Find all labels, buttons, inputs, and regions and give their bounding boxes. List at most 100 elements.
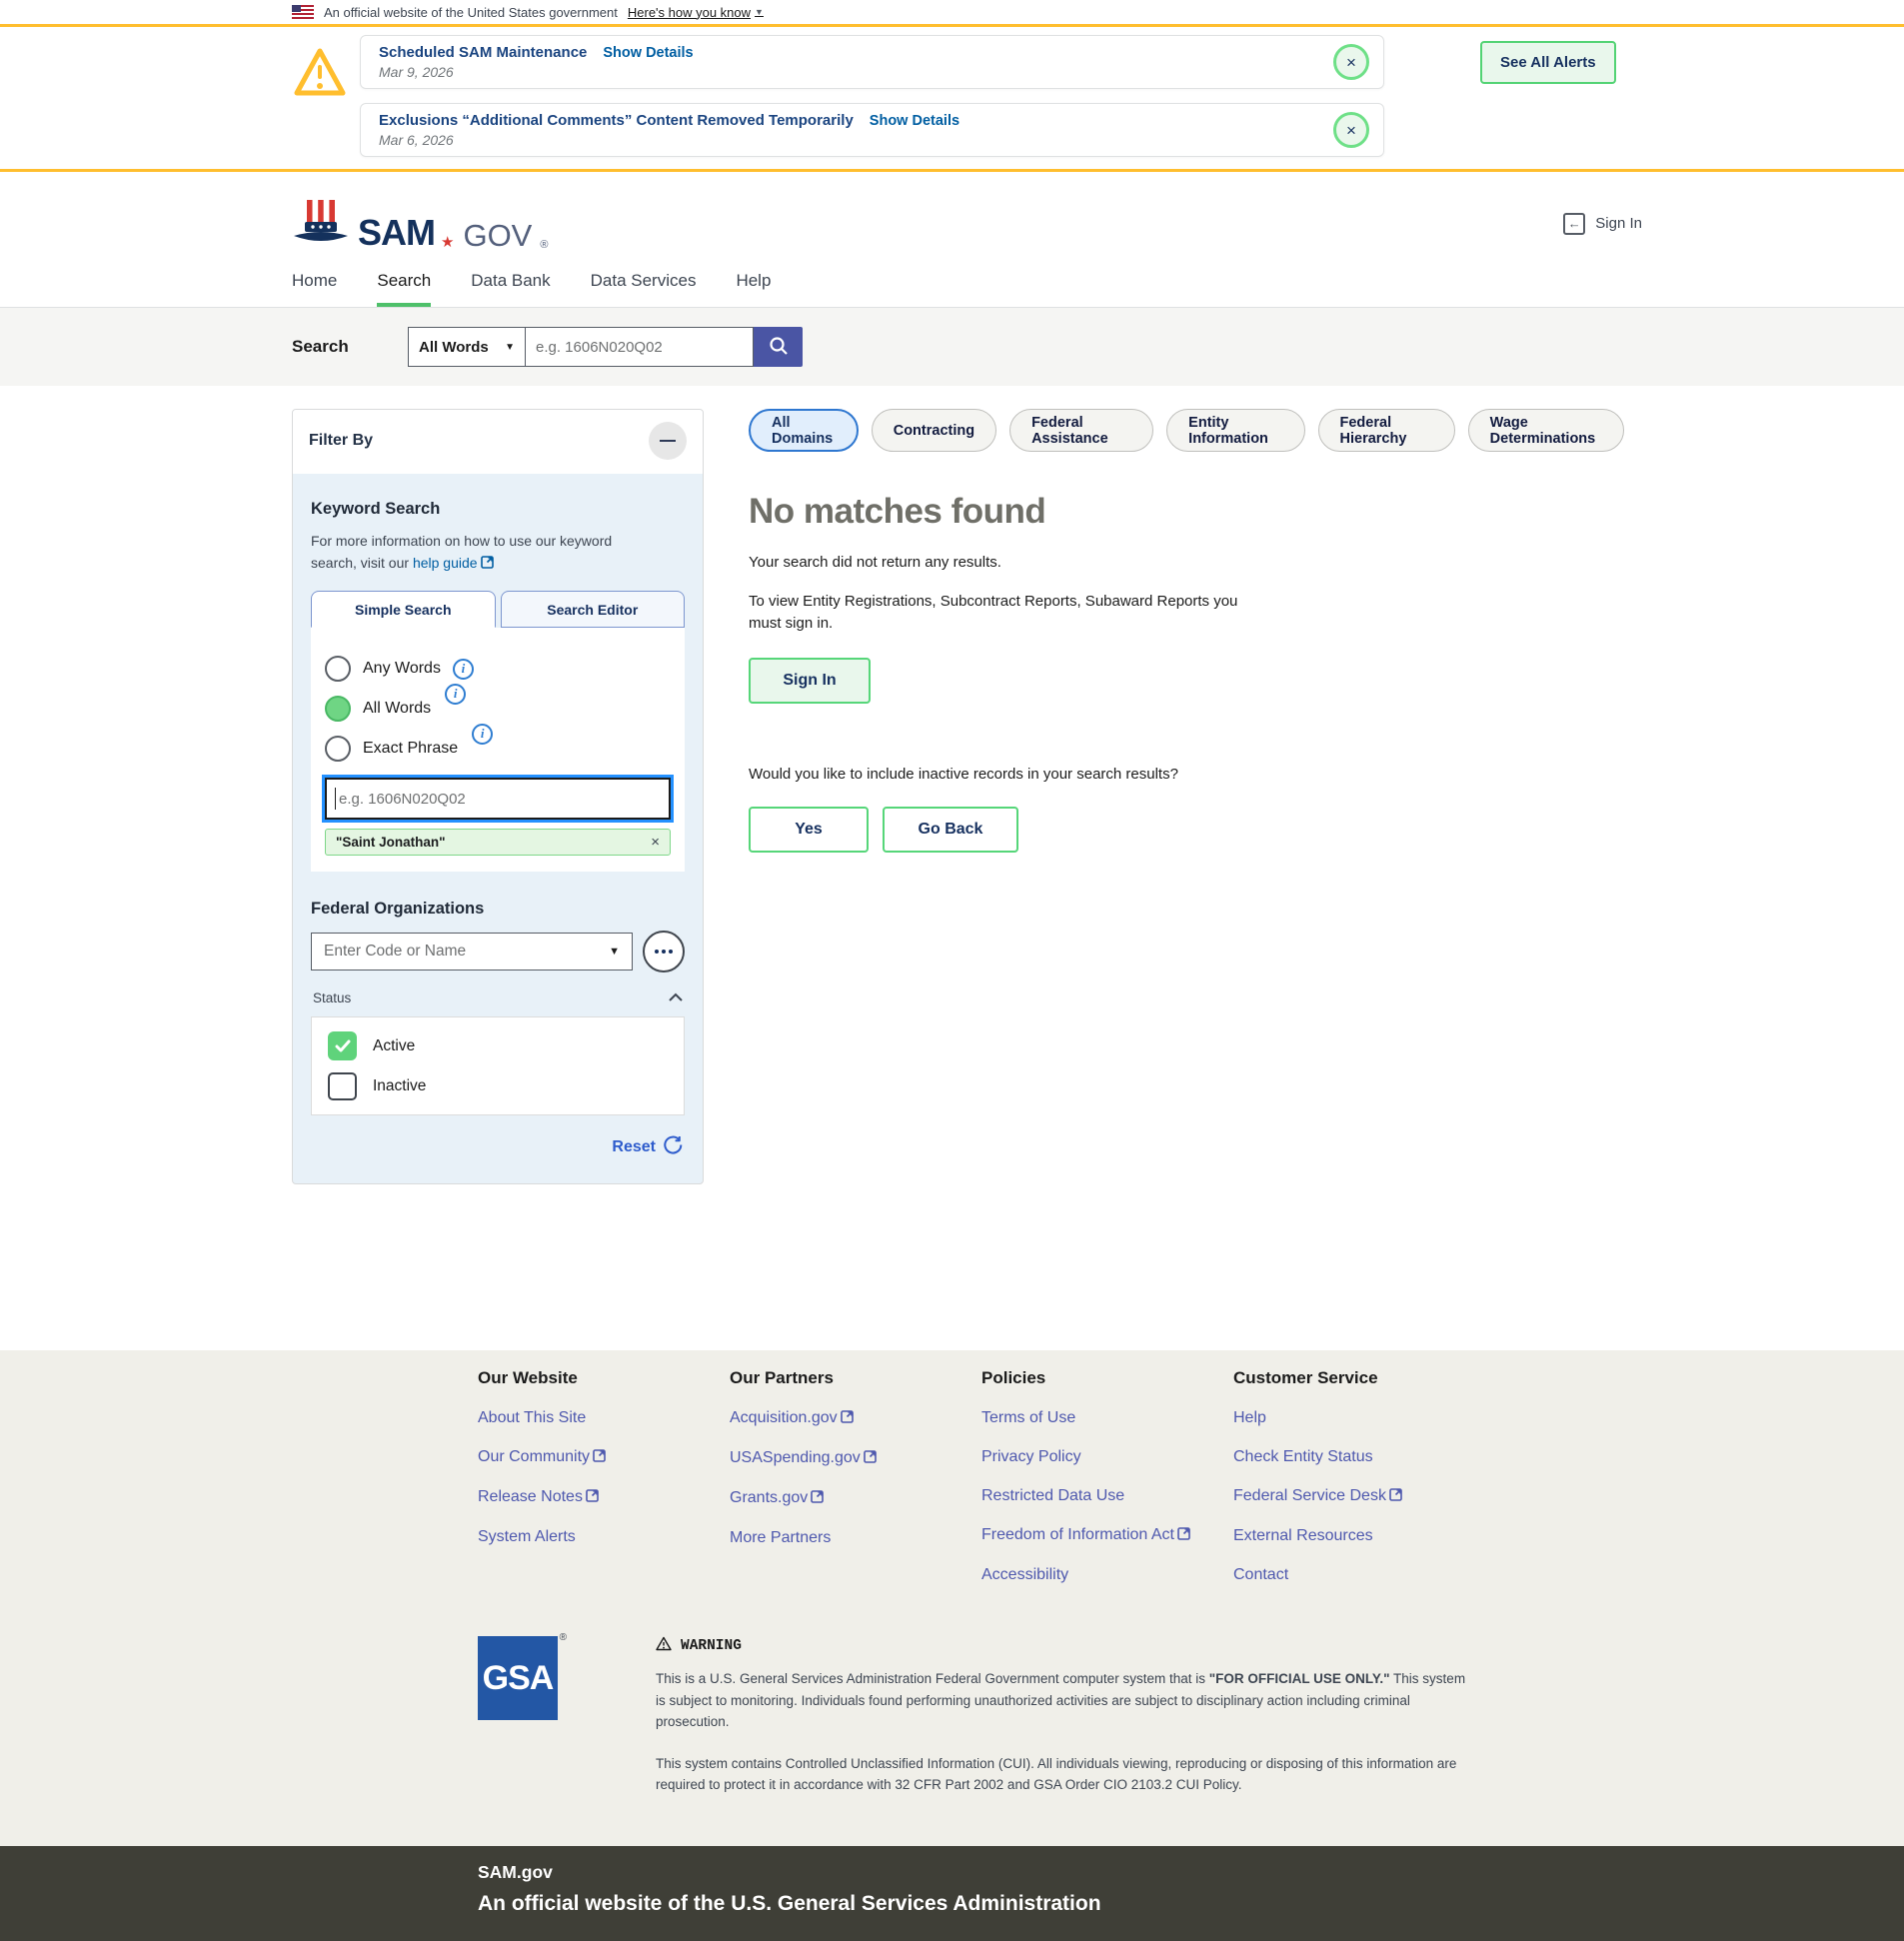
alert-title: Exclusions “Additional Comments” Content… (379, 112, 854, 129)
sign-in-required-text: To view Entity Registrations, Subcontrac… (749, 591, 1248, 635)
warning-icon (656, 1636, 672, 1656)
keyword-input[interactable]: e.g. 1606N020Q02 (325, 778, 671, 820)
sign-in-button[interactable]: Sign In (749, 658, 871, 704)
external-link-icon (841, 1410, 854, 1428)
collapse-filters-button[interactable] (649, 422, 687, 460)
see-all-alerts-button[interactable]: See All Alerts (1480, 41, 1616, 84)
tab-simple-search[interactable]: Simple Search (311, 591, 496, 628)
domain-filter-pills: All Domains Contracting Federal Assistan… (749, 409, 1624, 452)
pill-all-domains[interactable]: All Domains (749, 409, 859, 452)
external-link-icon (593, 1449, 606, 1467)
search-input[interactable] (526, 327, 754, 367)
external-link-icon (1389, 1488, 1402, 1506)
filter-panel: Filter By Keyword Search For more inform… (292, 409, 704, 1184)
site-header: SAM★GOV® ← Sign In Home Search Data Bank… (0, 172, 1904, 308)
nav-data-bank[interactable]: Data Bank (471, 271, 550, 307)
footer-link-help[interactable]: Help (1233, 1409, 1485, 1427)
nav-help[interactable]: Help (736, 271, 771, 307)
footer-col-customer-service: Customer Service Help Check Entity Statu… (1233, 1368, 1485, 1584)
footer-link-accessibility[interactable]: Accessibility (981, 1566, 1233, 1584)
nav-home[interactable]: Home (292, 271, 337, 307)
heres-how-you-know-link[interactable]: Here's how you know▼ (628, 5, 764, 20)
footer-link-restricted-data-use[interactable]: Restricted Data Use (981, 1487, 1233, 1505)
footer-link-terms-of-use[interactable]: Terms of Use (981, 1409, 1233, 1427)
pill-wage-determinations[interactable]: Wage Determinations (1468, 409, 1624, 452)
ellipsis-icon (655, 950, 659, 954)
tab-search-editor[interactable]: Search Editor (501, 591, 686, 628)
filter-by-title: Filter By (309, 432, 373, 450)
footer-link-release-notes[interactable]: Release Notes (478, 1488, 730, 1507)
info-icon[interactable]: i (445, 684, 466, 705)
nav-search[interactable]: Search (377, 271, 431, 307)
footer-link-our-community[interactable]: Our Community (478, 1448, 730, 1467)
pill-federal-hierarchy[interactable]: Federal Hierarchy (1318, 409, 1455, 452)
alerts-section: Scheduled SAM Maintenance Show Details M… (0, 24, 1904, 172)
footer-link-acquisition-gov[interactable]: Acquisition.gov (730, 1409, 981, 1428)
sam-gov-logo[interactable]: SAM★GOV® (292, 196, 548, 251)
footer-col-title: Customer Service (1233, 1368, 1485, 1388)
info-icon[interactable]: i (472, 724, 493, 745)
help-guide-link[interactable]: help guide (413, 555, 494, 571)
external-link-icon (1177, 1527, 1190, 1545)
no-results-text: Your search did not return any results. (749, 552, 1624, 574)
alert-date: Mar 9, 2026 (379, 64, 1319, 80)
sign-in-link[interactable]: ← Sign In (1563, 213, 1642, 235)
nav-data-services[interactable]: Data Services (591, 271, 697, 307)
remove-chip-icon[interactable]: × (651, 835, 660, 850)
org-more-options-button[interactable] (643, 931, 685, 972)
footer-link-external-resources[interactable]: External Resources (1233, 1527, 1485, 1545)
radio-exact-phrase[interactable] (325, 736, 351, 762)
status-options: Active Inactive (311, 1016, 685, 1115)
us-flag-icon (292, 5, 314, 19)
footer-link-more-partners[interactable]: More Partners (730, 1529, 981, 1547)
uncle-sam-hat-icon (292, 196, 350, 251)
checkbox-active[interactable] (328, 1031, 357, 1060)
alert-title: Scheduled SAM Maintenance (379, 44, 587, 61)
radio-any-words[interactable] (325, 656, 351, 682)
pill-contracting[interactable]: Contracting (872, 409, 996, 452)
federal-organizations-input[interactable]: Enter Code or Name ▼ (311, 933, 633, 970)
footer-link-check-entity-status[interactable]: Check Entity Status (1233, 1448, 1485, 1466)
info-icon[interactable]: i (453, 659, 474, 680)
alert-card: Exclusions “Additional Comments” Content… (360, 103, 1384, 157)
gsa-logo: GSA (478, 1636, 558, 1720)
keyword-input-placeholder: e.g. 1606N020Q02 (339, 791, 466, 808)
enter-icon: ← (1563, 213, 1585, 235)
footer-link-federal-service-desk[interactable]: Federal Service Desk (1233, 1487, 1485, 1506)
footer-col-policies: Policies Terms of Use Privacy Policy Res… (981, 1368, 1233, 1584)
show-details-link[interactable]: Show Details (603, 45, 693, 61)
external-link-icon (864, 1450, 877, 1468)
yes-button[interactable]: Yes (749, 807, 869, 853)
pill-entity-information[interactable]: Entity Information (1166, 409, 1304, 452)
go-back-button[interactable]: Go Back (883, 807, 1018, 853)
reset-filters-link[interactable]: Reset (612, 1138, 656, 1156)
reset-icon[interactable] (664, 1135, 683, 1159)
keyword-chip-label: "Saint Jonathan" (336, 835, 446, 850)
footer-link-contact[interactable]: Contact (1233, 1566, 1485, 1584)
show-details-link[interactable]: Show Details (870, 113, 959, 129)
text-caret (335, 788, 336, 810)
pill-federal-assistance[interactable]: Federal Assistance (1009, 409, 1153, 452)
close-icon[interactable]: × (1333, 112, 1369, 148)
footer-link-system-alerts[interactable]: System Alerts (478, 1528, 730, 1546)
search-mode-select[interactable]: All Words▼ (408, 327, 526, 367)
logo-registered-mark: ® (540, 239, 548, 251)
footer-link-usaspending-gov[interactable]: USASpending.gov (730, 1449, 981, 1468)
footer-link-foia[interactable]: Freedom of Information Act (981, 1526, 1233, 1545)
footer-link-about-this-site[interactable]: About This Site (478, 1409, 730, 1427)
close-icon[interactable]: × (1333, 44, 1369, 80)
checkbox-inactive[interactable] (328, 1072, 357, 1100)
logo-sam-text: SAM (358, 215, 435, 251)
checkbox-active-label: Active (373, 1037, 415, 1055)
federal-organizations-title: Federal Organizations (311, 900, 685, 919)
chevron-down-icon: ▼ (755, 7, 764, 17)
footer-link-privacy-policy[interactable]: Privacy Policy (981, 1448, 1233, 1466)
org-input-placeholder: Enter Code or Name (324, 943, 466, 961)
status-label: Status (313, 990, 351, 1005)
gov-banner: An official website of the United States… (0, 0, 1904, 24)
chevron-up-icon[interactable] (669, 988, 683, 1006)
search-submit-button[interactable] (754, 327, 803, 367)
logo-star-icon: ★ (441, 235, 454, 250)
radio-all-words[interactable] (325, 696, 351, 722)
footer-link-grants-gov[interactable]: Grants.gov (730, 1489, 981, 1508)
